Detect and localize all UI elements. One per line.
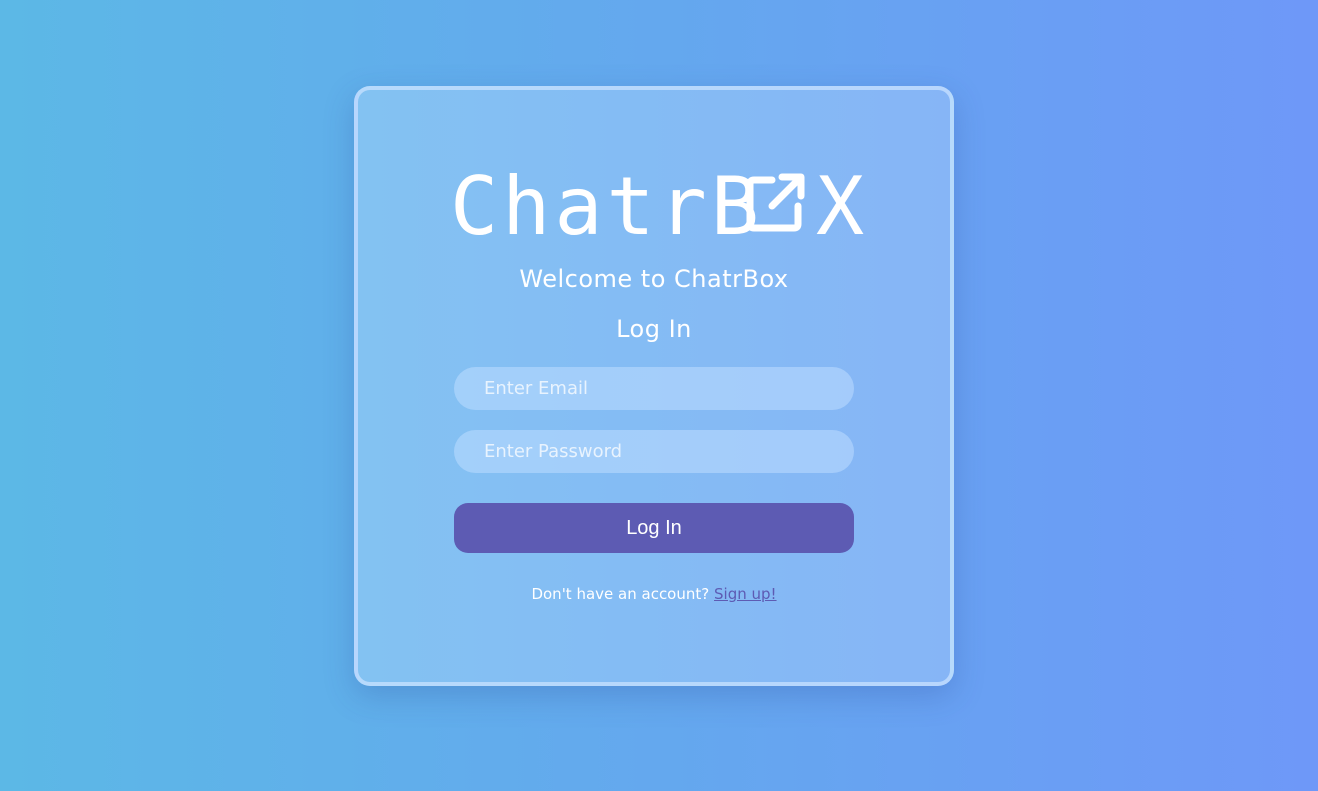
login-button[interactable]: Log In: [454, 503, 854, 553]
email-field[interactable]: [454, 367, 854, 410]
signup-link[interactable]: Sign up!: [714, 585, 777, 603]
signup-prompt: Don't have an account? Sign up!: [358, 585, 950, 603]
logo-text-end: X: [816, 160, 865, 253]
welcome-text: Welcome to ChatrBox: [519, 265, 789, 293]
app-logo: ChatrB X: [450, 160, 865, 253]
logo-text: ChatrB: [450, 160, 763, 253]
password-field[interactable]: [454, 430, 854, 473]
external-link-box-icon: [746, 173, 805, 232]
form-heading: Log In: [616, 315, 692, 343]
signup-prompt-text: Don't have an account?: [531, 585, 710, 603]
login-card: ChatrB X Welcome to ChatrBox Log In Log …: [354, 86, 954, 686]
